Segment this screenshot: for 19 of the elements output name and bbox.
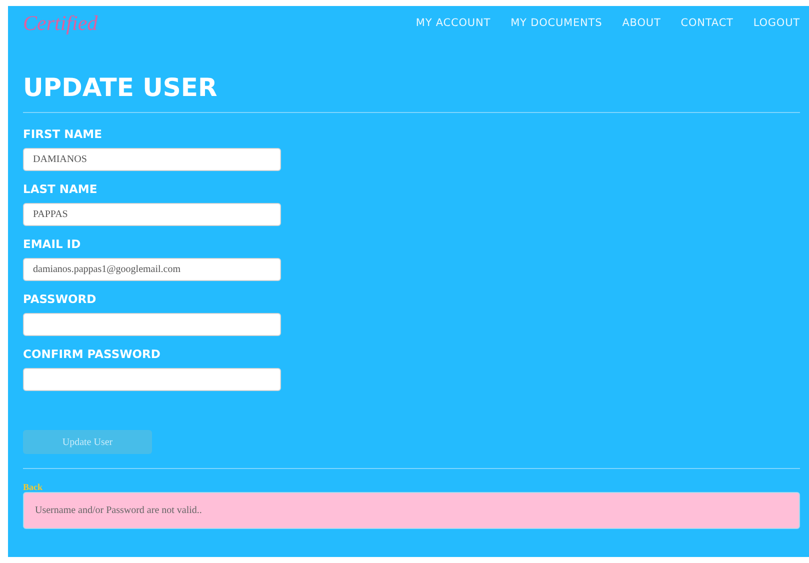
- brand-logo[interactable]: Certified: [23, 10, 98, 36]
- input-field[interactable]: PAPPAS: [23, 203, 281, 226]
- field-label: CONFIRM PASSWORD: [23, 347, 162, 361]
- input-field[interactable]: [23, 368, 281, 391]
- field-label: EMAIL ID: [23, 237, 82, 251]
- field-label: PASSWORD: [23, 292, 98, 306]
- page-title: UPDATE USER: [23, 73, 218, 102]
- field-label: FIRST NAME: [23, 127, 103, 141]
- input-field[interactable]: DAMIANOS: [23, 148, 281, 171]
- nav-link[interactable]: LOGOUT: [753, 17, 800, 29]
- input-field[interactable]: damianos.pappas1@googlemail.com: [23, 258, 281, 281]
- back-link[interactable]: Back: [23, 482, 800, 492]
- input-field[interactable]: [23, 313, 281, 336]
- nav-link[interactable]: CONTACT: [680, 17, 734, 29]
- field-label: LAST NAME: [23, 182, 98, 196]
- nav-link[interactable]: MY DOCUMENTS: [510, 17, 602, 29]
- error-alert: Username and/or Password are not valid..: [23, 492, 800, 529]
- nav-link[interactable]: ABOUT: [622, 17, 661, 29]
- nav-link[interactable]: MY ACCOUNT: [416, 17, 491, 29]
